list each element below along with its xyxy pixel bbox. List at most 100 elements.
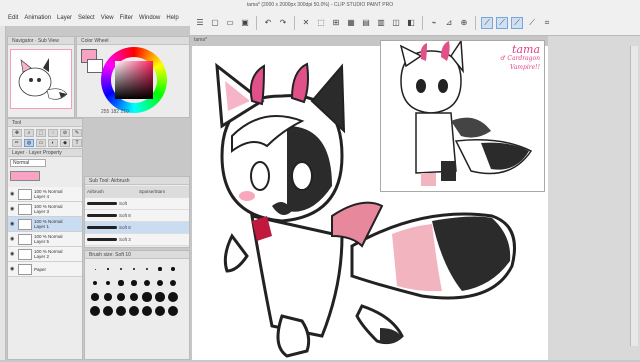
brush-size-option[interactable]	[141, 263, 153, 275]
brush-size-option[interactable]	[115, 305, 127, 317]
mask-icon[interactable]: ◧	[405, 17, 417, 29]
eye-icon[interactable]: ◉	[10, 206, 16, 212]
brush-size-option[interactable]	[154, 263, 166, 275]
stabilize-icon[interactable]: ⟋	[481, 16, 493, 29]
layer-row[interactable]: ◉ 100 % Normal Layer 5	[8, 232, 82, 247]
fill-icon[interactable]: ▦	[345, 17, 357, 29]
eye-icon[interactable]: ◉	[10, 191, 16, 197]
brush-row[interactable]: Soft	[85, 198, 189, 210]
group-sparse-stars[interactable]: Sparse/Stars	[139, 189, 165, 194]
saturation-value-square[interactable]	[115, 61, 153, 99]
tab-layer-property[interactable]: Layer Property	[29, 150, 62, 156]
menu-edit[interactable]: Edit	[8, 15, 18, 21]
layer-row[interactable]: ◉ 100 % Normal Layer 2	[8, 247, 82, 262]
brush-row-selected[interactable]: Soft 8	[85, 222, 189, 234]
brush-size-option[interactable]	[128, 305, 140, 317]
select-tool-icon[interactable]: ⬚	[36, 129, 46, 137]
brush-size-option[interactable]	[102, 277, 114, 289]
open-folder-icon[interactable]: ▭	[224, 17, 236, 29]
brush-size-option[interactable]	[89, 291, 101, 303]
brush-size-option[interactable]	[167, 291, 179, 303]
brush-size-option[interactable]	[128, 263, 140, 275]
brush-size-option[interactable]	[89, 277, 101, 289]
brush-row[interactable]: Soft 3	[85, 234, 189, 246]
brush-size-option[interactable]	[102, 263, 114, 275]
undo-icon[interactable]: ↶	[262, 17, 274, 29]
tab-subtool[interactable]: Sub Tool: Airbrush	[85, 177, 189, 185]
snap-grid-icon[interactable]: ⟋	[526, 17, 538, 29]
tab-subview[interactable]: Sub View	[38, 38, 59, 44]
snap-icon[interactable]: ⌁	[428, 17, 440, 29]
menu-window[interactable]: Window	[139, 15, 160, 21]
brush-size-option[interactable]	[167, 263, 179, 275]
brush-row[interactable]: Soft 8	[85, 210, 189, 222]
eye-icon[interactable]: ◉	[10, 266, 16, 272]
brush-size-option[interactable]	[141, 277, 153, 289]
transform-icon[interactable]: ⬚	[315, 17, 327, 29]
eye-icon[interactable]: ◉	[10, 236, 16, 242]
new-file-icon[interactable]: ▢	[209, 17, 221, 29]
group-airbrush[interactable]: Airbrush	[87, 189, 137, 194]
canvas-tab[interactable]: tama*	[194, 37, 207, 45]
brush-size-option[interactable]	[115, 277, 127, 289]
brush-size-option[interactable]	[128, 291, 140, 303]
vertical-scrollbar[interactable]	[630, 46, 638, 346]
menu-view[interactable]: View	[101, 15, 114, 21]
sub-color-swatch[interactable]	[87, 59, 103, 73]
brush-size-option[interactable]	[115, 263, 127, 275]
grid-icon[interactable]: ⊕	[458, 17, 470, 29]
layer-color-swatch[interactable]	[10, 171, 40, 181]
select-all-icon[interactable]: ▤	[360, 17, 372, 29]
pencil-tool-icon[interactable]: ✏	[12, 139, 22, 147]
reference-image[interactable]: tama ♂ Cardragon Vampire!!	[380, 38, 545, 192]
eraser-tool-icon[interactable]: ▭	[36, 139, 46, 147]
brush-size-option[interactable]	[128, 277, 140, 289]
ruler-icon[interactable]: ⊿	[443, 17, 455, 29]
layer-row-selected[interactable]: ◉ 100 % Normal Layer 1	[8, 217, 82, 232]
brush-size-option[interactable]	[154, 305, 166, 317]
crop-icon[interactable]: ⊞	[330, 17, 342, 29]
eye-icon[interactable]: ◉	[10, 221, 16, 227]
deselect-icon[interactable]: ▥	[375, 17, 387, 29]
hue-wheel[interactable]	[101, 47, 167, 113]
tab-layer[interactable]: Layer	[12, 150, 25, 156]
clear-icon[interactable]: ✕	[300, 17, 312, 29]
brush-size-option[interactable]	[102, 305, 114, 317]
eye-icon[interactable]: ◉	[10, 251, 16, 257]
blend-mode-select[interactable]: Normal	[10, 159, 46, 167]
eyedropper-tool-icon[interactable]: ⊘	[60, 129, 70, 137]
snap-ruler-icon[interactable]: ⟋	[496, 16, 508, 29]
layer-row[interactable]: ◉ 100 % Normal Layer 4	[8, 187, 82, 202]
fill-tool-icon[interactable]: ◆	[60, 139, 70, 147]
brush-size-option[interactable]	[141, 305, 153, 317]
hamburger-icon[interactable]: ☰	[194, 17, 206, 29]
menu-animation[interactable]: Animation	[24, 15, 51, 21]
airbrush-tool-icon[interactable]: ◍	[24, 139, 34, 147]
move-tool-icon[interactable]: ✥	[12, 129, 22, 137]
tab-brush-size[interactable]: Brush size: Soft 10	[85, 251, 189, 259]
brush-size-option[interactable]	[102, 291, 114, 303]
tab-color-wheel[interactable]: Color Wheel	[77, 37, 189, 45]
navigator-thumbnail[interactable]	[10, 49, 72, 109]
menu-help[interactable]: Help	[166, 15, 178, 21]
brush-size-option[interactable]	[154, 291, 166, 303]
brush-size-option[interactable]	[89, 305, 101, 317]
brush-size-option[interactable]	[167, 305, 179, 317]
menu-filter[interactable]: Filter	[120, 15, 133, 21]
tools-extra-icon[interactable]: ⌗	[541, 17, 553, 29]
brush-size-option[interactable]	[154, 277, 166, 289]
brush-size-option[interactable]	[89, 263, 101, 275]
menu-layer[interactable]: Layer	[57, 15, 72, 21]
lasso-tool-icon[interactable]: ◌	[48, 129, 58, 137]
brush-size-option[interactable]	[115, 291, 127, 303]
snap-special-icon[interactable]: ⟋	[511, 16, 523, 29]
zoom-tool-icon[interactable]: ⌕	[24, 129, 34, 137]
tab-navigator[interactable]: Navigator	[12, 38, 33, 44]
brush-size-option[interactable]	[141, 291, 153, 303]
brush-size-option[interactable]	[167, 277, 179, 289]
invert-icon[interactable]: ◫	[390, 17, 402, 29]
text-tool-icon[interactable]: T	[72, 139, 82, 147]
menu-select[interactable]: Select	[78, 15, 95, 21]
layer-row[interactable]: ◉ 100 % Normal Layer 3	[8, 202, 82, 217]
tab-tool[interactable]: Tool	[8, 119, 82, 127]
